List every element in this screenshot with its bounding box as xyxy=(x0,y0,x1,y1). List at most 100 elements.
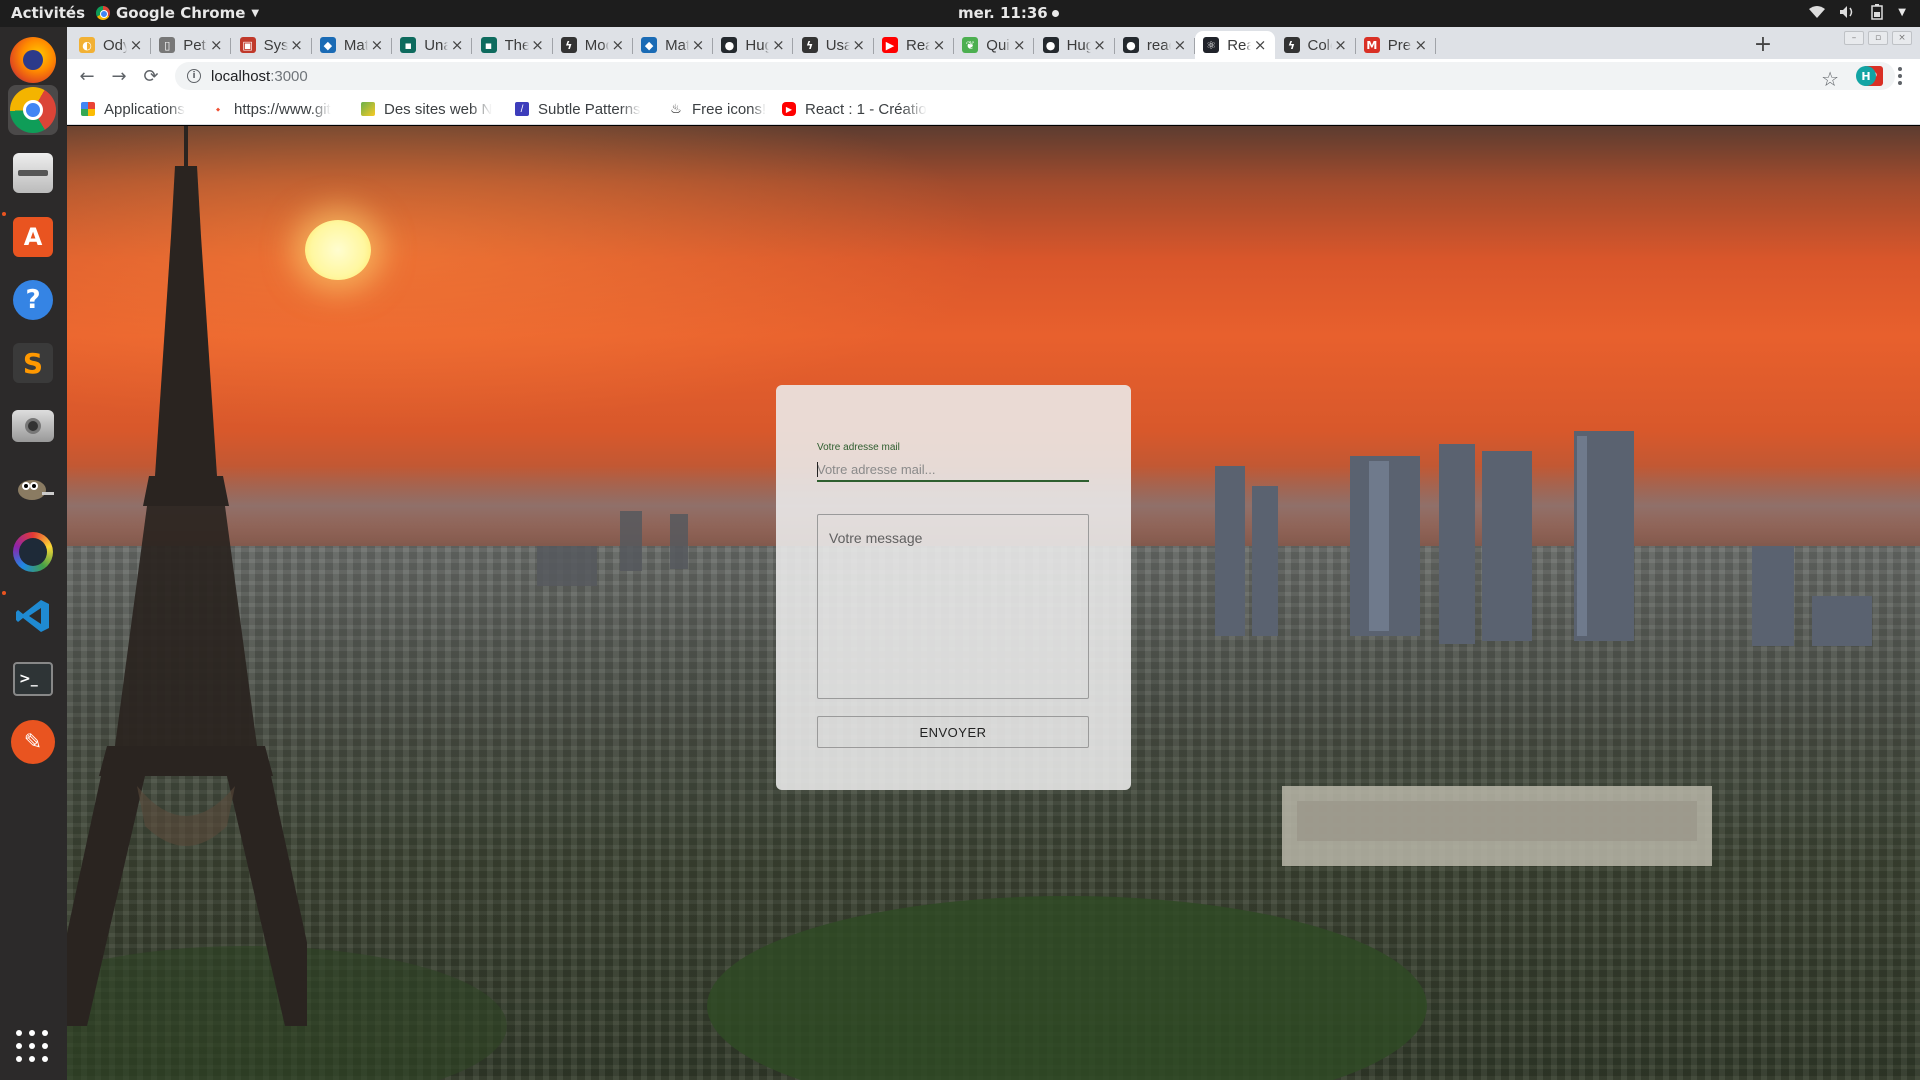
youtube-icon: ▶ xyxy=(882,37,898,53)
close-icon[interactable]: × xyxy=(129,36,143,54)
tab-9[interactable]: ϟ Usage× xyxy=(794,31,874,59)
wifi-icon xyxy=(1808,3,1826,21)
app-menu-label: Google Chrome xyxy=(116,4,246,22)
bookmark-subtle-patterns[interactable]: / Subtle Patterns xyxy=(515,99,652,119)
tab-4[interactable]: ▪ Unauthorized× xyxy=(392,31,473,59)
close-icon[interactable]: × xyxy=(771,36,785,54)
window-controls: – ▫ × xyxy=(1844,31,1912,45)
app-menu[interactable]: Google Chrome ▼ xyxy=(96,4,259,22)
tab-8[interactable]: ● Hugo× xyxy=(713,31,794,59)
email-field[interactable] xyxy=(817,458,1089,482)
dock-screenshot[interactable] xyxy=(8,401,58,451)
apps-grid-icon xyxy=(81,102,95,116)
system-tray[interactable]: ▼ xyxy=(1808,3,1906,21)
tab-15[interactable]: ϟ Colo× xyxy=(1276,31,1356,59)
tab-0[interactable]: ◐ Odyssey× xyxy=(71,31,151,59)
close-icon[interactable]: × xyxy=(370,36,384,54)
dock-files[interactable] xyxy=(8,148,58,198)
close-icon[interactable]: × xyxy=(691,36,705,54)
chrome-menu-icon[interactable] xyxy=(1892,64,1908,88)
dock-gitkraken[interactable] xyxy=(8,527,58,577)
chrome-icon xyxy=(10,87,56,133)
dock-vscode[interactable] xyxy=(8,591,58,641)
pattern-icon: / xyxy=(515,102,529,116)
bookmark-git[interactable]: ⬩ https://www.git xyxy=(211,99,341,119)
close-icon[interactable]: × xyxy=(450,36,464,54)
dock-software[interactable]: A xyxy=(8,212,58,262)
profile-avatar[interactable]: H xyxy=(1856,66,1876,86)
tab-12[interactable]: ● Hugo× xyxy=(1035,31,1115,59)
show-applications-icon[interactable] xyxy=(16,1030,50,1064)
tab-16[interactable]: M Pres× xyxy=(1356,31,1436,59)
tab-13[interactable]: ● react× xyxy=(1115,31,1195,59)
message-field[interactable] xyxy=(817,514,1089,699)
dock-firefox[interactable] xyxy=(8,35,58,85)
git-icon: ⬩ xyxy=(215,101,221,116)
document-icon: ▯ xyxy=(159,37,176,53)
close-icon[interactable]: × xyxy=(1012,36,1026,54)
tab-7[interactable]: ◆ Math× xyxy=(633,31,714,59)
tab-14[interactable]: ⚛ React× xyxy=(1195,31,1276,59)
maximize-button[interactable]: ▫ xyxy=(1868,31,1888,45)
tab-2[interactable]: ▣ Système× xyxy=(232,31,312,59)
github-icon: ● xyxy=(1042,37,1059,53)
image-icon xyxy=(361,102,375,116)
tab-title: Hugo xyxy=(745,36,770,54)
pen-icon: ✎ xyxy=(11,720,55,764)
close-window-button[interactable]: × xyxy=(1892,31,1912,45)
send-button[interactable]: ENVOYER xyxy=(817,716,1089,748)
close-icon[interactable]: × xyxy=(852,36,866,54)
tab-11[interactable]: ❦ Quick× xyxy=(954,31,1035,59)
tab-title: Mode xyxy=(584,36,609,54)
tab-title: Math xyxy=(665,36,690,54)
chevron-down-icon: ▼ xyxy=(251,7,260,19)
close-icon[interactable]: × xyxy=(932,36,946,54)
close-icon[interactable]: × xyxy=(1253,36,1267,54)
bookmark-applications[interactable]: Applications xyxy=(81,99,185,119)
youtube-icon: ▶ xyxy=(782,102,796,116)
bookmark-star-icon[interactable]: ☆ xyxy=(1821,67,1839,91)
dock-inkscape[interactable]: ✎ xyxy=(8,717,58,767)
bookmark-react-video[interactable]: ▶ React : 1 - Créatio xyxy=(782,99,927,119)
vscode-icon xyxy=(10,593,56,639)
close-icon[interactable]: × xyxy=(611,36,625,54)
running-indicator xyxy=(2,591,6,595)
text-caret xyxy=(817,462,818,477)
reload-icon[interactable]: ⟳ xyxy=(139,64,163,88)
contact-form-card: Votre adresse mail ENVOYER xyxy=(776,385,1131,790)
tab-10[interactable]: ▶ React× xyxy=(874,31,954,59)
tab-1[interactable]: ▯ Petit× xyxy=(151,31,232,59)
dock-gimp[interactable] xyxy=(8,464,58,514)
close-icon[interactable]: × xyxy=(1414,36,1428,54)
dock-chrome[interactable] xyxy=(8,85,58,135)
minimize-button[interactable]: – xyxy=(1844,31,1864,45)
close-icon[interactable]: × xyxy=(1334,36,1348,54)
close-icon[interactable]: × xyxy=(1173,36,1187,54)
info-icon[interactable]: i xyxy=(187,69,201,83)
dock-terminal[interactable]: >_ xyxy=(8,654,58,704)
close-icon[interactable]: × xyxy=(531,36,545,54)
dock-sublime[interactable]: S xyxy=(8,338,58,388)
terminal-icon: >_ xyxy=(13,662,53,696)
clock[interactable]: mer. 11:36 xyxy=(958,4,1059,22)
address-bar[interactable]: i localhost:3000 ☆ P xyxy=(175,62,1895,91)
tab-6[interactable]: ϟ Mode× xyxy=(553,31,633,59)
dock-help[interactable]: ? xyxy=(8,275,58,325)
firefox-icon xyxy=(10,37,56,83)
close-icon[interactable]: × xyxy=(209,36,223,54)
github-icon: ● xyxy=(721,37,738,53)
bookmark-sites-web[interactable]: Des sites web N xyxy=(361,99,496,119)
new-tab-button[interactable]: + xyxy=(1751,32,1775,57)
close-icon[interactable]: × xyxy=(290,36,304,54)
forward-arrow-icon[interactable]: → xyxy=(107,64,131,88)
tab-title: Unauthorized xyxy=(424,36,449,54)
tab-5[interactable]: ▪ The M× xyxy=(473,31,553,59)
notification-dot-icon xyxy=(1051,9,1059,17)
close-icon[interactable]: × xyxy=(1093,36,1107,54)
math-icon: ◆ xyxy=(641,37,658,53)
back-arrow-icon[interactable]: ← xyxy=(75,64,99,88)
bookmark-free-icons[interactable]: ♨ Free icons! xyxy=(669,99,766,119)
activities-button[interactable]: Activités xyxy=(11,4,85,22)
leaf-icon: ❦ xyxy=(962,37,979,53)
tab-3[interactable]: ◆ Math× xyxy=(312,31,392,59)
